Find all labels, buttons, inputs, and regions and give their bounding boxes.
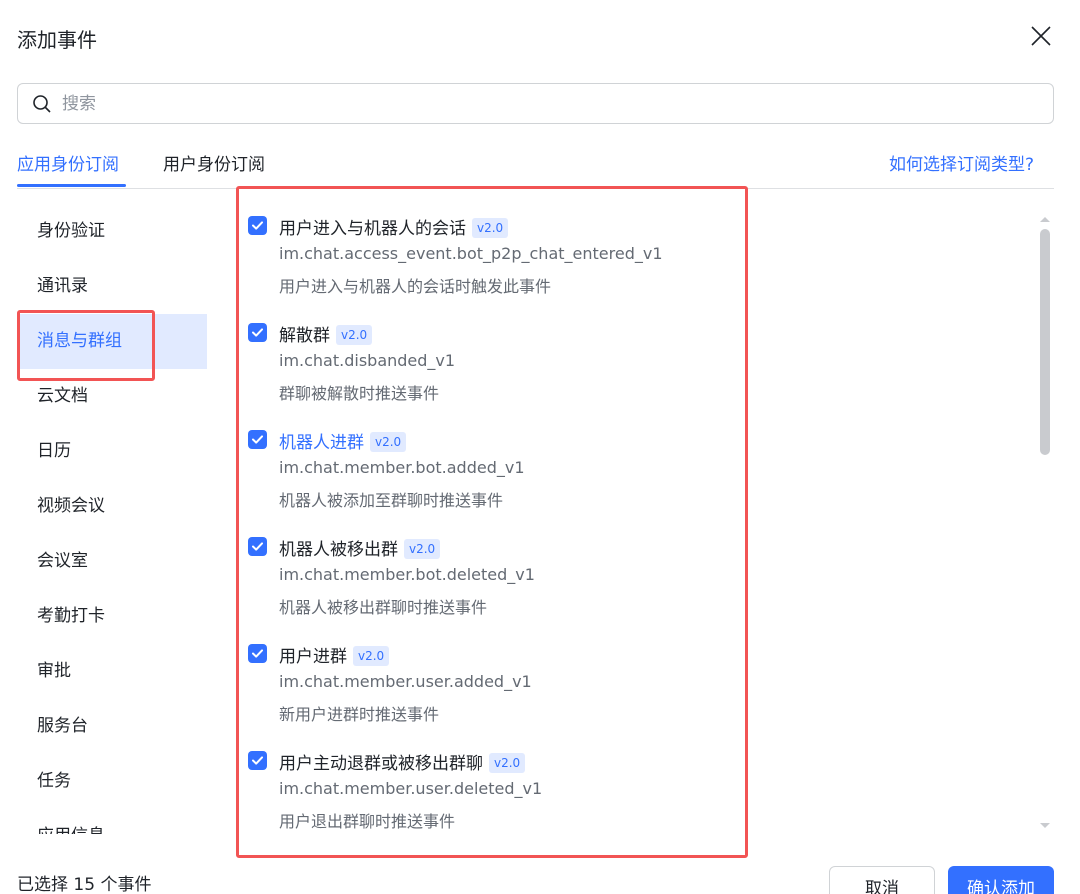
sidebar-item-meeting-room[interactable]: 会议室	[17, 534, 207, 589]
event-item: 用户主动退群或被移出群聊 v2.0 im.chat.member.user.del…	[246, 739, 1036, 844]
event-name-text: 解散群	[279, 326, 330, 346]
event-checkbox[interactable]	[248, 644, 267, 663]
event-description: 机器人被添加至群聊时推送事件	[279, 491, 504, 510]
event-checkbox[interactable]	[248, 537, 267, 556]
event-name[interactable]: 解散群 v2.0	[279, 321, 373, 346]
sidebar-item-approval[interactable]: 审批	[17, 644, 207, 699]
dialog-title: 添加事件	[17, 28, 97, 52]
search-input[interactable]	[62, 91, 1022, 117]
event-name-text: 用户主动退群或被移出群聊	[279, 754, 483, 774]
event-name-text: 机器人被移出群	[279, 540, 398, 560]
event-description: 机器人被移出群聊时推送事件	[279, 598, 488, 617]
scrollbar-thumb[interactable]	[1040, 229, 1050, 455]
sidebar-item-contacts[interactable]: 通讯录	[17, 259, 207, 314]
event-key: im.chat.disbanded_v1	[279, 351, 456, 370]
category-sidebar: 身份验证 通讯录 消息与群组 云文档 日历 视频会议 会议室 考勤打卡 审批 服…	[17, 204, 207, 834]
version-badge: v2.0	[489, 753, 526, 773]
version-badge: v2.0	[370, 432, 407, 452]
event-name-text: 用户进入与机器人的会话	[279, 219, 466, 239]
event-key: im.chat.member.user.added_v1	[279, 672, 532, 691]
sidebar-item-app-info[interactable]: 应用信息	[17, 809, 207, 834]
sidebar-item-identity-verification[interactable]: 身份验证	[17, 204, 207, 259]
event-name[interactable]: 用户进群 v2.0	[279, 642, 390, 667]
tabs-divider	[17, 188, 1054, 189]
scroll-down-icon[interactable]	[1037, 816, 1053, 835]
event-name[interactable]: 机器人被移出群 v2.0	[279, 535, 441, 560]
event-description: 群聊被解散时推送事件	[279, 384, 440, 403]
event-key: im.chat.access_event.bot_p2p_chat_entere…	[279, 244, 663, 263]
event-key: im.chat.member.bot.added_v1	[279, 458, 525, 477]
event-description: 新用户进群时推送事件	[279, 705, 440, 724]
event-key: im.chat.member.user.deleted_v1	[279, 779, 543, 798]
event-list: 用户进入与机器人的会话 v2.0 im.chat.access_event.bot…	[246, 204, 1036, 844]
event-checkbox[interactable]	[248, 216, 267, 235]
sidebar-item-attendance[interactable]: 考勤打卡	[17, 589, 207, 644]
event-name-text: 用户进群	[279, 647, 347, 667]
sidebar-item-calendar[interactable]: 日历	[17, 424, 207, 479]
event-item: 机器人被移出群 v2.0 im.chat.member.bot.deleted_v…	[246, 525, 1036, 630]
sidebar-item-messages-groups[interactable]: 消息与群组	[17, 314, 207, 369]
check-icon	[252, 756, 263, 765]
version-badge: v2.0	[353, 646, 390, 666]
event-name[interactable]: 用户主动退群或被移出群聊 v2.0	[279, 749, 526, 774]
tab-user-subscription[interactable]: 用户身份订阅	[163, 150, 265, 175]
tab-active-underline	[17, 184, 126, 187]
version-badge: v2.0	[472, 218, 509, 238]
sidebar-item-tasks[interactable]: 任务	[17, 754, 207, 809]
scroll-up-icon[interactable]	[1037, 209, 1053, 228]
event-item: 用户进入与机器人的会话 v2.0 im.chat.access_event.bot…	[246, 204, 1036, 309]
close-icon[interactable]	[1029, 24, 1053, 48]
event-description: 用户退出群聊时推送事件	[279, 812, 456, 831]
event-item: 用户进群 v2.0 im.chat.member.user.added_v1 新用…	[246, 632, 1036, 737]
version-badge: v2.0	[336, 325, 373, 345]
event-checkbox[interactable]	[248, 430, 267, 449]
check-icon	[252, 435, 263, 444]
sidebar-item-video-meeting[interactable]: 视频会议	[17, 479, 207, 534]
check-icon	[252, 649, 263, 658]
confirm-add-button[interactable]: 确认添加	[948, 866, 1054, 894]
sidebar-item-helpdesk[interactable]: 服务台	[17, 699, 207, 754]
help-link[interactable]: 如何选择订阅类型?	[889, 150, 1034, 175]
event-description: 用户进入与机器人的会话时触发此事件	[279, 277, 552, 296]
selected-count: 已选择 15 个事件	[17, 875, 152, 894]
event-name[interactable]: 机器人进群 v2.0	[279, 428, 407, 453]
event-name-text: 机器人进群	[279, 433, 364, 453]
event-name[interactable]: 用户进入与机器人的会话 v2.0	[279, 214, 509, 239]
event-item: 解散群 v2.0 im.chat.disbanded_v1 群聊被解散时推送事件	[246, 311, 1036, 416]
check-icon	[252, 328, 263, 337]
search-box	[17, 83, 1054, 124]
event-checkbox[interactable]	[248, 751, 267, 770]
tab-app-subscription[interactable]: 应用身份订阅	[17, 150, 119, 175]
check-icon	[252, 221, 263, 230]
event-item: 机器人进群 v2.0 im.chat.member.bot.added_v1 机器…	[246, 418, 1036, 523]
event-checkbox[interactable]	[248, 323, 267, 342]
check-icon	[252, 542, 263, 551]
search-icon	[32, 94, 52, 114]
event-key: im.chat.member.bot.deleted_v1	[279, 565, 535, 584]
cancel-button[interactable]: 取消	[829, 866, 935, 894]
version-badge: v2.0	[404, 539, 441, 559]
sidebar-item-cloud-docs[interactable]: 云文档	[17, 369, 207, 424]
